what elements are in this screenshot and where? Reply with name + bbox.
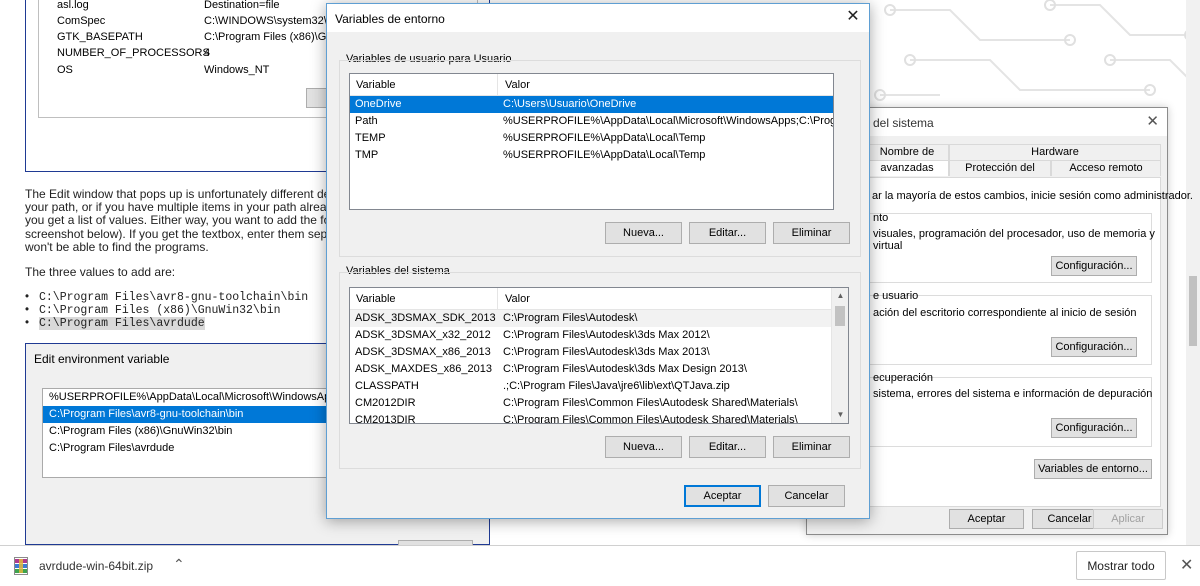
- system-edit-button[interactable]: Editar...: [689, 436, 766, 458]
- group-description: ación del escritorio correspondiente al …: [873, 307, 1137, 319]
- group-title: e usuario: [873, 290, 919, 302]
- circuit-pattern-decoration: [874, 0, 1196, 101]
- system-variables-list[interactable]: Variable Valor ADSK_3DSMAX_SDK_2013 C:\P…: [349, 287, 849, 424]
- show-all-button[interactable]: Mostrar todo: [1076, 551, 1166, 580]
- tab-remote-access[interactable]: Acceso remoto: [1051, 160, 1161, 176]
- tab-computer-name[interactable]: Nombre de equipo: [865, 144, 949, 173]
- env-name: NUMBER_OF_PROCESSORS: [57, 47, 210, 59]
- system-new-button[interactable]: Nueva...: [605, 436, 682, 458]
- list-item: %USERPROFILE%\AppData\Local\Microsoft\Wi…: [49, 391, 342, 403]
- edit-env-title: Edit environment variable: [34, 352, 170, 366]
- list-item: C:\Program Files\avrdude: [49, 442, 175, 454]
- table-row[interactable]: Path %USERPROFILE%\AppData\Local\Microso…: [350, 113, 833, 130]
- table-row[interactable]: ADSK_MAXDES_x86_2013 C:\Program Files\Au…: [350, 361, 848, 378]
- system-delete-button[interactable]: Eliminar: [773, 436, 850, 458]
- paragraph-line: you get a list of values. Either way, yo…: [25, 213, 333, 227]
- env-value: C:\WINDOWS\system32\c: [204, 15, 333, 27]
- table-row[interactable]: CM2013DIR C:\Program Files\Common Files\…: [350, 412, 848, 423]
- environment-variables-button[interactable]: Variables de entorno...: [1034, 459, 1152, 479]
- edit-env-list: %USERPROFILE%\AppData\Local\Microsoft\Wi…: [42, 388, 342, 478]
- tab-advanced[interactable]: avanzadas: [865, 160, 949, 176]
- ok-button[interactable]: Aceptar: [684, 485, 761, 507]
- group-title: nto: [873, 212, 889, 224]
- list-header: Variable Valor: [350, 74, 833, 96]
- list-item: C:\Program Files (x86)\GnuWin32\bin: [49, 425, 233, 437]
- list-header: Variable Valor: [350, 288, 848, 310]
- values-bullet-list: C:\Program Files\avr8-gnu-toolchain\bin …: [25, 291, 308, 330]
- chevron-up-icon[interactable]: ⌃: [173, 556, 185, 573]
- ok-button[interactable]: Aceptar: [949, 509, 1024, 529]
- column-header-variable[interactable]: Variable: [356, 79, 396, 91]
- env-value: 4: [204, 47, 211, 59]
- table-row[interactable]: TMP %USERPROFILE%\AppData\Local\Temp: [350, 147, 833, 164]
- table-row[interactable]: CLASSPATH .;C:\Program Files\Java\jre6\l…: [350, 378, 848, 395]
- env-value: Destination=file: [204, 0, 280, 11]
- group-title: ecuperación: [873, 372, 933, 384]
- table-row[interactable]: ADSK_3DSMAX_SDK_2013 C:\Program Files\Au…: [350, 310, 848, 327]
- tab-system-protection[interactable]: Protección del sistema: [949, 160, 1051, 189]
- list-item: C:\Program Files (x86)\GnuWin32\bin: [25, 304, 308, 317]
- three-values-heading: The three values to add are:: [25, 265, 176, 279]
- user-delete-button[interactable]: Eliminar: [773, 222, 850, 244]
- table-row[interactable]: CM2012DIR C:\Program Files\Common Files\…: [350, 395, 848, 412]
- startup-recovery-settings-button[interactable]: Configuración...: [1051, 418, 1137, 438]
- env-value: Windows_NT: [204, 64, 270, 76]
- paragraph-line: won't be able to find the programs.: [25, 240, 209, 254]
- scrollbar-thumb[interactable]: [835, 306, 845, 326]
- admin-note: ar la mayoría de estos cambios, inicie s…: [872, 190, 1193, 202]
- scroll-up-icon[interactable]: ▲: [832, 288, 848, 304]
- zip-archive-icon: [14, 557, 28, 575]
- close-icon[interactable]: ✕: [1180, 555, 1193, 575]
- env-name: asl.log: [57, 0, 89, 11]
- table-row[interactable]: TEMP %USERPROFILE%\AppData\Local\Temp: [350, 130, 833, 147]
- tab-hardware[interactable]: Hardware: [949, 144, 1161, 160]
- group-description: visuales, programación del procesador, u…: [873, 228, 1155, 240]
- table-row[interactable]: ADSK_3DSMAX_x86_2013 C:\Program Files\Au…: [350, 344, 848, 361]
- system-list-scrollbar[interactable]: ▲ ▼: [831, 288, 848, 423]
- user-edit-button[interactable]: Editar...: [689, 222, 766, 244]
- download-file-name[interactable]: avrdude-win-64bit.zip: [39, 559, 153, 573]
- scrollbar-thumb[interactable]: [1189, 276, 1197, 346]
- column-header-value[interactable]: Valor: [505, 79, 530, 91]
- download-bar: avrdude-win-64bit.zip ⌃ Mostrar todo ✕: [0, 545, 1200, 586]
- user-profiles-settings-button[interactable]: Configuración...: [1051, 337, 1137, 357]
- table-row[interactable]: ADSK_3DSMAX_x32_2012 C:\Program Files\Au…: [350, 327, 848, 344]
- environment-variables-dialog: Variables de entorno ✕ Variables de usua…: [326, 3, 870, 519]
- list-item: C:\Program Files\avrdude: [25, 317, 308, 330]
- dialog-title: Variables de entorno: [335, 12, 445, 26]
- env-name: GTK_BASEPATH: [57, 31, 143, 43]
- performance-settings-button[interactable]: Configuración...: [1051, 256, 1137, 276]
- group-description: virtual: [873, 240, 903, 252]
- column-header-value[interactable]: Valor: [505, 293, 530, 305]
- close-icon[interactable]: ✕: [1146, 112, 1159, 130]
- page-scrollbar[interactable]: [1186, 0, 1200, 545]
- scroll-down-icon[interactable]: ▼: [832, 407, 848, 423]
- user-new-button[interactable]: Nueva...: [605, 222, 682, 244]
- close-icon[interactable]: ✕: [843, 7, 863, 27]
- cancel-button[interactable]: Cancelar: [768, 485, 845, 507]
- table-row[interactable]: OneDrive C:\Users\Usuario\OneDrive: [350, 96, 833, 113]
- column-header-variable[interactable]: Variable: [356, 293, 396, 305]
- window-title: del sistema: [873, 116, 934, 130]
- env-value: C:\Program Files (x86)\Gtk: [204, 31, 335, 43]
- user-variables-list[interactable]: Variable Valor OneDrive C:\Users\Usuario…: [349, 73, 834, 210]
- env-name: OS: [57, 64, 73, 76]
- list-item: C:\Program Files\avr8-gnu-toolchain\bin: [43, 406, 342, 423]
- dialog-titlebar: Variables de entorno ✕: [327, 4, 869, 32]
- env-name: ComSpec: [57, 15, 106, 27]
- group-description: sistema, errores del sistema e informaci…: [873, 388, 1153, 400]
- apply-button[interactable]: Aplicar: [1093, 509, 1163, 529]
- list-item: C:\Program Files\avr8-gnu-toolchain\bin: [25, 291, 308, 304]
